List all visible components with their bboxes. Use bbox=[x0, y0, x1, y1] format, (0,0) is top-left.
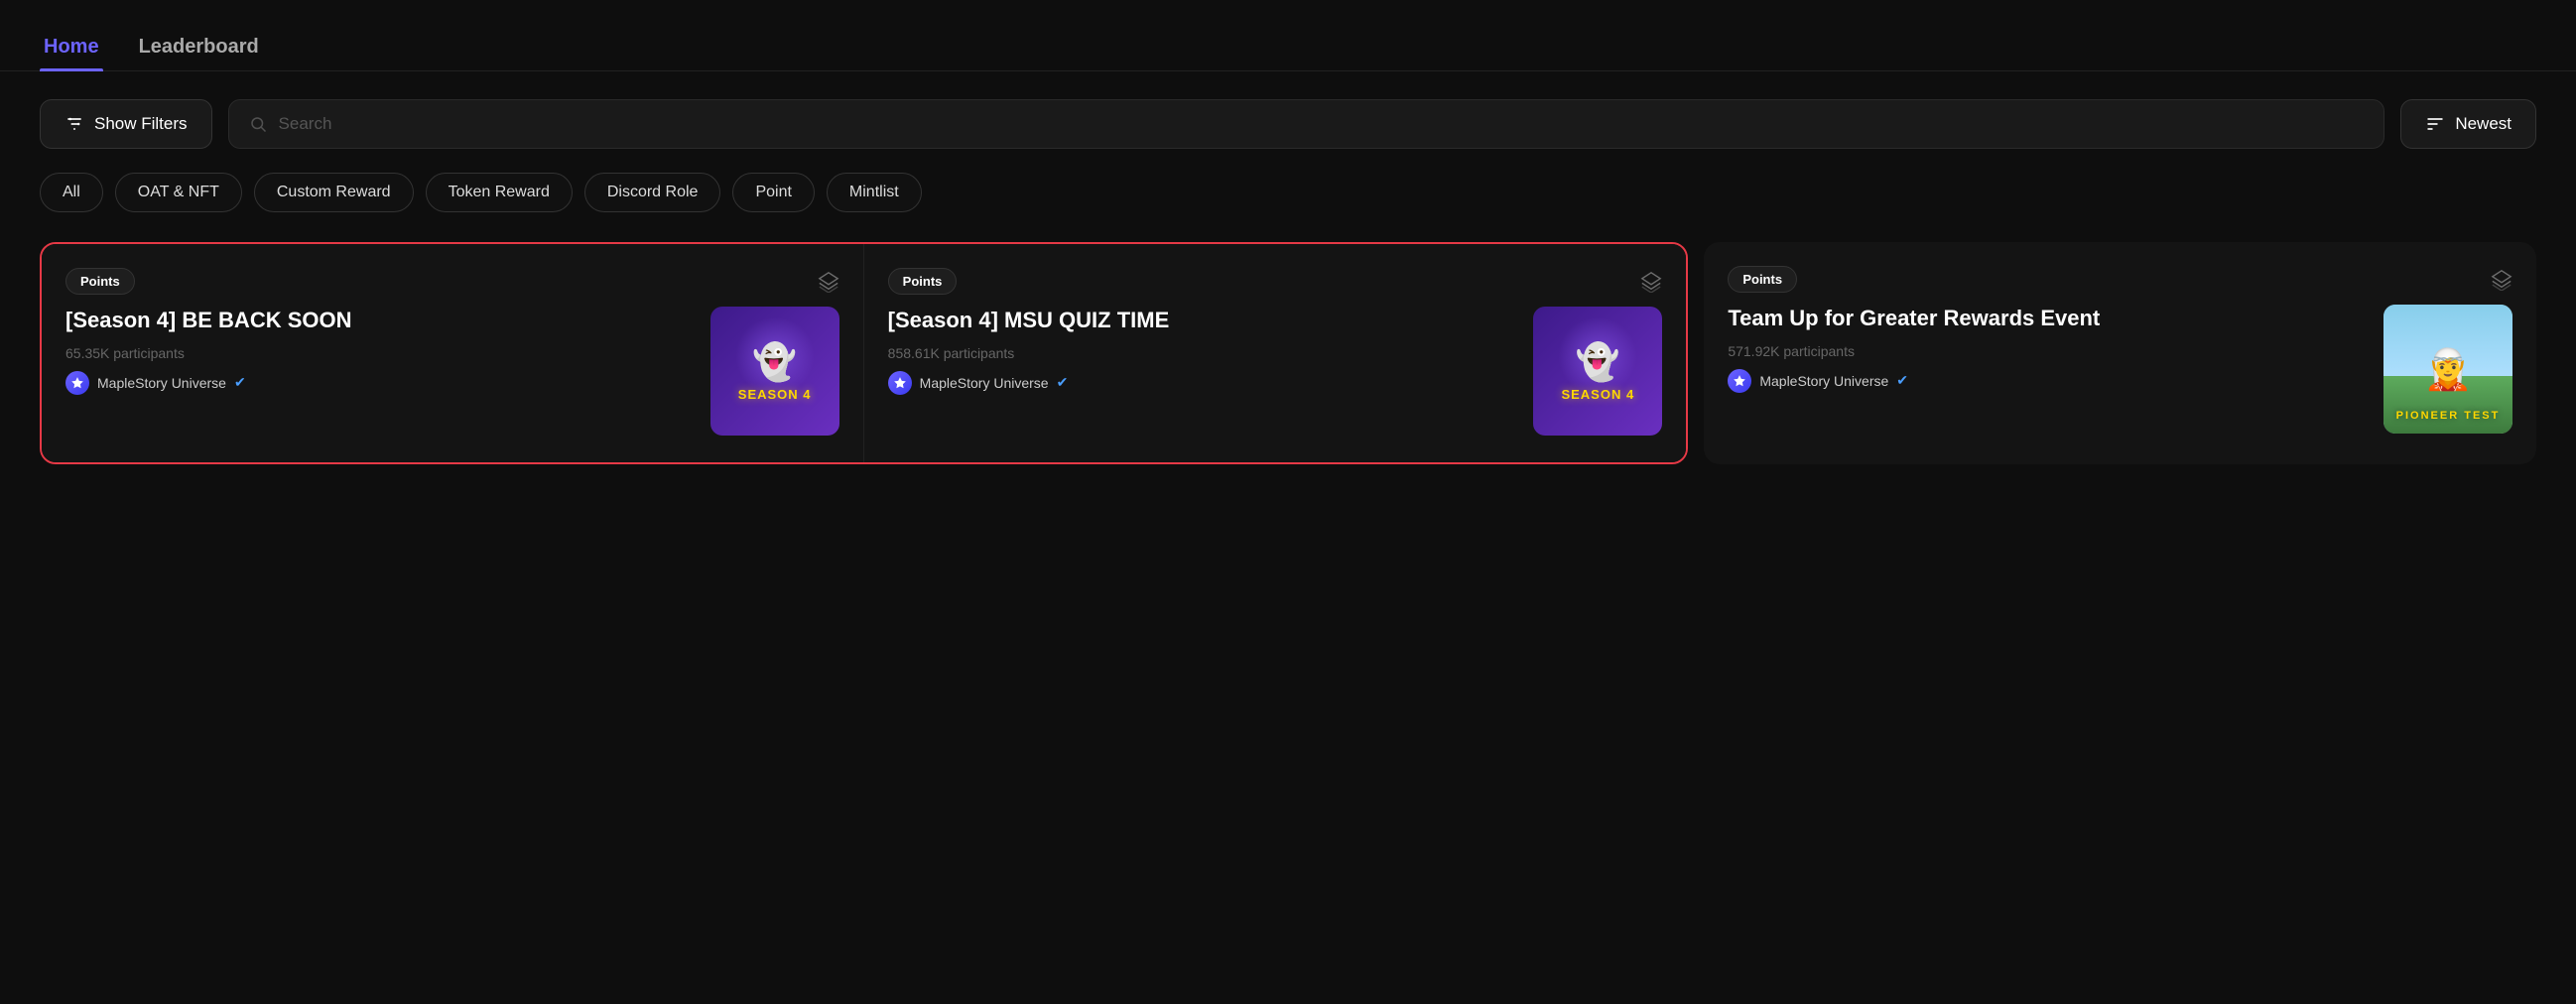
card-0-body: [Season 4] BE BACK SOON 65.35K participa… bbox=[65, 307, 839, 439]
card-0-header: Points bbox=[65, 268, 839, 295]
card-1-ghost-emoji: 👻 bbox=[1576, 341, 1620, 383]
card-0-participants: 65.35K participants bbox=[65, 345, 699, 361]
card-0-info: [Season 4] BE BACK SOON 65.35K participa… bbox=[65, 307, 699, 395]
nav-item-home[interactable]: Home bbox=[40, 24, 103, 70]
card-1-verified-icon: ✔ bbox=[1057, 374, 1069, 391]
card-1-header: Points bbox=[888, 268, 1663, 295]
card-2-author: MapleStory Universe ✔ bbox=[1728, 369, 2372, 393]
filter-tag-all[interactable]: All bbox=[40, 173, 103, 212]
card-0-image: 👻 Season 4 bbox=[710, 307, 839, 436]
show-filters-label: Show Filters bbox=[94, 114, 188, 134]
card-2-author-logo bbox=[1728, 369, 1751, 393]
card-0-author: MapleStory Universe ✔ bbox=[65, 371, 699, 395]
search-input[interactable] bbox=[279, 114, 2365, 134]
card-2[interactable]: Points Team Up for Greater Rewards Event… bbox=[1704, 242, 2536, 464]
card-0-ghost-emoji: 👻 bbox=[752, 341, 797, 383]
highlighted-cards-wrapper: Points [Season 4] BE BACK SOON 65.35K pa… bbox=[40, 242, 1688, 464]
card-2-layers-icon bbox=[2491, 269, 2512, 291]
filter-tags-row: All OAT & NFT Custom Reward Token Reward… bbox=[0, 165, 2576, 232]
search-icon bbox=[249, 115, 267, 133]
card-1-title: [Season 4] MSU QUIZ TIME bbox=[888, 307, 1522, 335]
sort-label: Newest bbox=[2455, 114, 2512, 134]
card-0-layers-icon bbox=[818, 271, 839, 293]
card-0-author-logo bbox=[65, 371, 89, 395]
filter-tag-point[interactable]: Point bbox=[732, 173, 814, 212]
card-1-season-label: Season 4 bbox=[1561, 387, 1634, 402]
card-1-author-name: MapleStory Universe bbox=[920, 375, 1049, 391]
filter-icon bbox=[64, 114, 84, 134]
card-0-author-name: MapleStory Universe bbox=[97, 375, 226, 391]
card-2-image: 🧝 PIONEER TEST bbox=[2383, 305, 2512, 434]
card-1[interactable]: Points [Season 4] MSU QUIZ TIME 858.61K … bbox=[864, 244, 1687, 462]
card-2-verified-icon: ✔ bbox=[1896, 372, 1908, 389]
filter-tag-custom-reward[interactable]: Custom Reward bbox=[254, 173, 414, 212]
card-2-info: Team Up for Greater Rewards Event 571.92… bbox=[1728, 305, 2372, 393]
card-1-info: [Season 4] MSU QUIZ TIME 858.61K partici… bbox=[888, 307, 1522, 395]
card-0-title: [Season 4] BE BACK SOON bbox=[65, 307, 699, 335]
pioneer-character: 🧝 bbox=[2423, 346, 2473, 393]
card-1-image: 👻 Season 4 bbox=[1533, 307, 1662, 436]
main-nav: Home Leaderboard bbox=[0, 0, 2576, 71]
filter-tag-oat-nft[interactable]: OAT & NFT bbox=[115, 173, 242, 212]
card-1-author: MapleStory Universe ✔ bbox=[888, 371, 1522, 395]
card-2-author-name: MapleStory Universe bbox=[1759, 373, 1888, 389]
card-1-layers-icon bbox=[1640, 271, 1662, 293]
nav-item-leaderboard[interactable]: Leaderboard bbox=[135, 24, 263, 70]
toolbar: Show Filters Newest bbox=[0, 71, 2576, 165]
card-0-badge: Points bbox=[65, 268, 135, 295]
filter-tag-mintlist[interactable]: Mintlist bbox=[827, 173, 922, 212]
card-2-body: Team Up for Greater Rewards Event 571.92… bbox=[1728, 305, 2512, 440]
card-2-participants: 571.92K participants bbox=[1728, 343, 2372, 359]
sort-icon bbox=[2425, 114, 2445, 134]
card-0-verified-icon: ✔ bbox=[234, 374, 246, 391]
pioneer-label: PIONEER TEST bbox=[2383, 410, 2512, 422]
card-1-body: [Season 4] MSU QUIZ TIME 858.61K partici… bbox=[888, 307, 1663, 439]
search-bar bbox=[228, 99, 2385, 149]
card-2-badge: Points bbox=[1728, 266, 1797, 293]
show-filters-button[interactable]: Show Filters bbox=[40, 99, 212, 149]
card-2-title: Team Up for Greater Rewards Event bbox=[1728, 305, 2372, 333]
filter-tag-discord-role[interactable]: Discord Role bbox=[584, 173, 721, 212]
card-1-author-logo bbox=[888, 371, 912, 395]
filter-tag-token-reward[interactable]: Token Reward bbox=[426, 173, 573, 212]
card-2-header: Points bbox=[1728, 266, 2512, 293]
sort-button[interactable]: Newest bbox=[2400, 99, 2536, 149]
card-1-badge: Points bbox=[888, 268, 958, 295]
card-0[interactable]: Points [Season 4] BE BACK SOON 65.35K pa… bbox=[42, 244, 864, 462]
cards-grid: Points [Season 4] BE BACK SOON 65.35K pa… bbox=[0, 232, 2576, 504]
card-0-season-label: Season 4 bbox=[738, 387, 812, 402]
card-1-participants: 858.61K participants bbox=[888, 345, 1522, 361]
